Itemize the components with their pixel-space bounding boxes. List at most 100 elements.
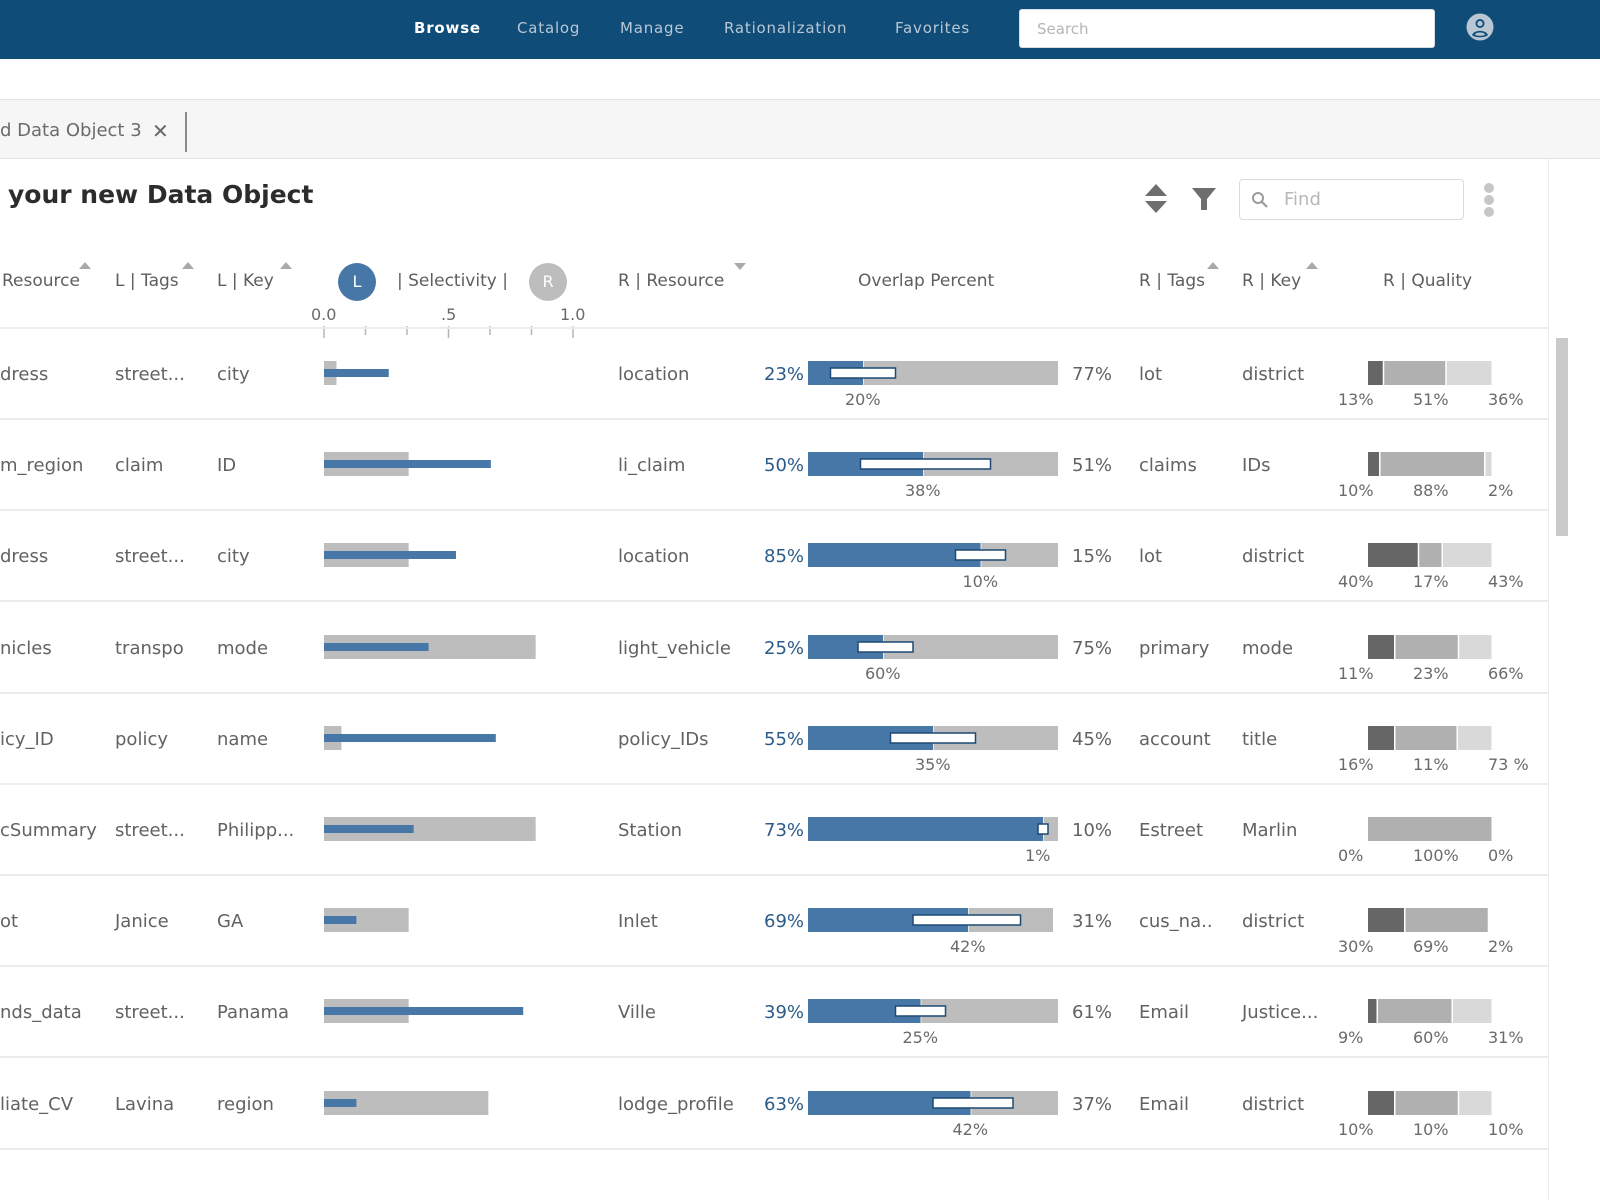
overlap-right-pct: 61% [1072,1002,1113,1024]
filter-icon[interactable] [1191,186,1217,212]
quality-label: 13% [1338,390,1374,409]
selectivity-left-bar [324,916,357,925]
quality-label: 66% [1488,663,1524,683]
table-row[interactable]: m_region claim ID li_claim 50% 51% claims IDs 38… [0,420,1548,512]
sort-icon[interactable] [1144,183,1168,215]
overlap-track [808,1090,1058,1115]
r-resource-cell[interactable]: location [618,546,689,567]
r-resource-cell[interactable]: li_claim [618,455,685,476]
header-overlap-percent[interactable]: Overlap Percent [858,271,994,291]
selectivity-left-bar [324,551,456,560]
quality-label: 88% [1413,481,1449,501]
r-key-cell: district [1242,364,1305,385]
scrollbar-track[interactable] [1548,159,1568,1200]
find-input[interactable] [1284,180,1454,219]
user-circle-icon[interactable] [1466,13,1494,41]
r-resource-cell[interactable]: Ville [618,1002,656,1023]
global-search-input[interactable] [1020,10,1434,47]
sort-asc-icon[interactable] [1207,262,1219,269]
header-r-tags[interactable]: R | Tags [1139,271,1205,291]
overlap-fill [808,725,933,750]
r-resource-cell[interactable]: lodge_profile [618,1094,734,1115]
l-resource-cell[interactable]: dress [0,546,48,567]
selectivity-right-bar [324,999,409,1024]
overlap-range-box [954,549,1007,562]
header-l-resource[interactable]: Resource [2,271,80,291]
selectivity-left-bar [324,642,429,651]
selectivity-right-bar [324,361,337,385]
r-resource-cell[interactable]: Station [618,820,682,841]
sort-asc-icon[interactable] [1306,262,1318,269]
table-row[interactable]: dress street... city location 85% 15% lot distr… [0,511,1548,603]
l-resource-cell[interactable]: nicles [0,638,52,659]
quality-label: 9% [1338,1028,1364,1048]
r-resource-cell[interactable]: Inlet [618,911,658,932]
scrollbar-thumb[interactable] [1556,338,1568,536]
table-row[interactable]: nicles transpo mode light_vehicle 25% 75% prim… [0,603,1548,694]
more-vertical-icon[interactable] [1482,183,1496,217]
header-r-quality[interactable]: R | Quality [1383,271,1472,291]
quality-label: 10% [1413,1119,1449,1139]
quality-label: 69% [1413,937,1449,957]
table-row[interactable]: nds_data street... Panama Ville 39% 61% Email J… [0,967,1548,1059]
l-resource-cell[interactable]: cSummary [0,820,97,841]
l-resource-cell[interactable]: icy_ID [0,729,54,750]
nav-favorites[interactable]: Favorites [895,19,970,37]
l-key-cell: region [217,1093,274,1115]
overlap-range-box [889,732,977,744]
sort-asc-icon[interactable] [182,262,194,269]
quality-segment [1453,999,1492,1024]
header-selectivity[interactable]: | Selectivity | [397,271,508,291]
selectivity-left-bar [324,1098,357,1107]
table-row[interactable]: icy_ID policy name policy_IDs 55% 45% account t… [0,694,1548,785]
quality-segment [1443,543,1492,568]
header-r-resource[interactable]: R | Resource [618,271,724,291]
nav-rationalization[interactable]: Rationalization [724,19,847,37]
quality-label: 10% [1488,1119,1524,1139]
tab-data-object[interactable]: d Data Object 3 [0,120,142,141]
r-tags-cell: account [1139,728,1211,750]
overlap-range-box [912,914,1022,926]
l-resource-cell[interactable]: m_region [0,455,83,476]
l-resource-cell[interactable]: dress [0,364,48,385]
r-key-cell: district [1242,911,1305,933]
sort-asc-icon[interactable] [280,262,292,269]
table-row[interactable]: liate_CV Lavina region lodge_profile 63% 37% E… [0,1059,1548,1150]
l-key-cell: name [217,728,269,750]
header-l-tags[interactable]: L | Tags [115,271,179,291]
table-row[interactable]: dress street... city location 23% 77% lot distr… [0,329,1548,420]
nav-catalog[interactable]: Catalog [517,19,580,37]
quality-label: 16% [1338,754,1374,774]
header-l-key[interactable]: L | Key [217,271,274,291]
left-badge[interactable]: L [338,263,376,301]
table-row[interactable]: ot Janice GA Inlet 69% 31% cus_na.. district 42%… [0,876,1548,968]
overlap-track [808,452,1058,477]
nav-browse[interactable]: Browse [414,19,481,37]
r-resource-cell[interactable]: location [618,364,689,385]
r-resource-cell[interactable]: policy_IDs [618,729,709,750]
table-row[interactable]: cSummary street... Philipp... Station 73% 10%… [0,785,1548,876]
sort-desc-icon[interactable] [734,263,746,270]
r-resource-cell[interactable]: light_vehicle [618,638,731,659]
l-resource-cell[interactable]: liate_CV [0,1094,73,1115]
l-resource-cell[interactable]: nds_data [0,1002,82,1023]
quality-segment [1395,634,1458,659]
overlap-mid-pct: 25% [902,1028,939,1048]
l-tags-cell: street... [115,1002,185,1024]
sort-asc-icon[interactable] [79,262,91,269]
l-resource-cell[interactable]: ot [0,911,18,932]
header-r-key[interactable]: R | Key [1242,271,1301,291]
axis-label-half: .5 [441,305,457,324]
close-icon[interactable]: ✕ [152,119,169,143]
overlap-left-pct: 63% [764,1093,805,1115]
l-key-cell: mode [217,637,269,659]
selectivity-right-bar [324,1090,489,1115]
right-badge[interactable]: R [529,263,567,301]
nav-manage[interactable]: Manage [620,19,684,37]
overlap-range-box [857,640,914,653]
overlap-right-pct: 77% [1072,364,1113,385]
selectivity-right-bar [324,452,409,477]
overlap-range-box [932,1096,1014,1109]
r-tags-cell: cus_na.. [1139,911,1213,933]
quality-segment [1368,999,1377,1024]
